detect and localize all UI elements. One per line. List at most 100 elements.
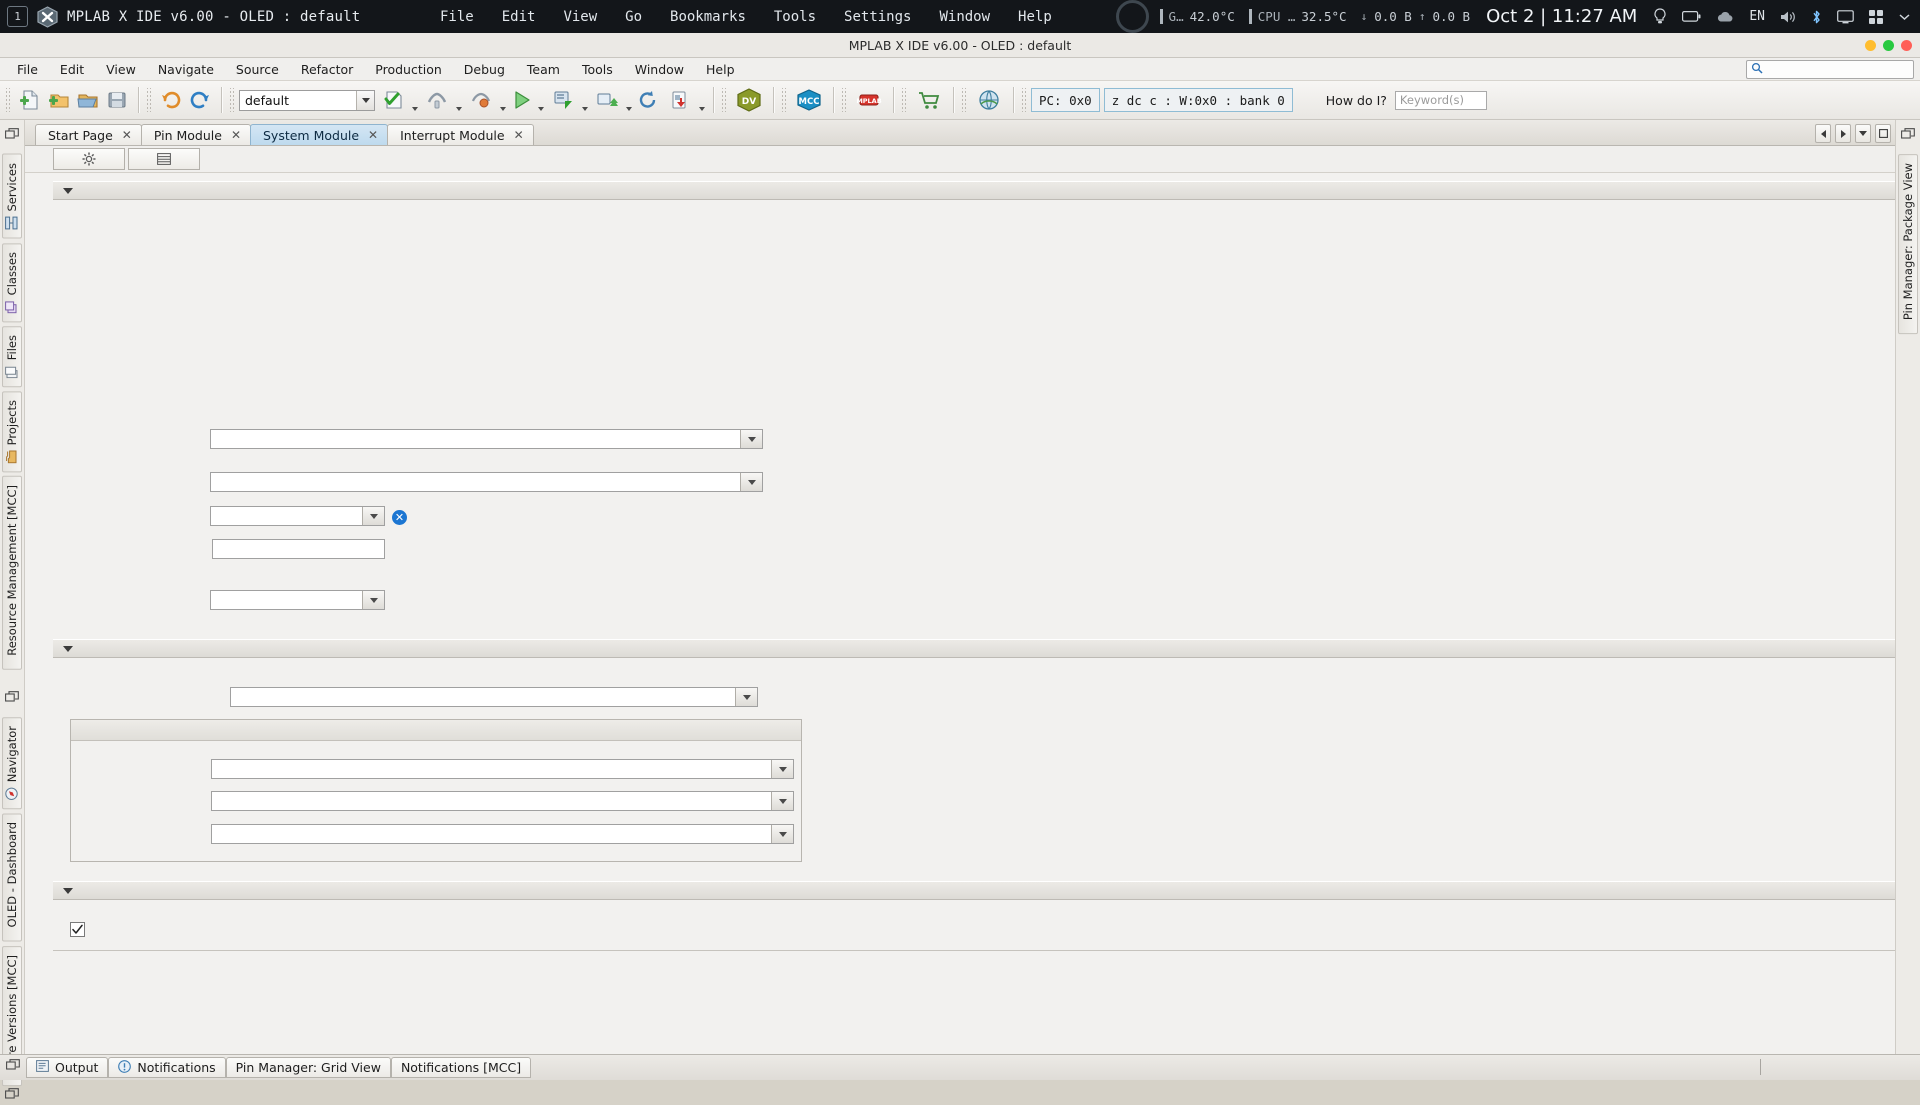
chevron-down-icon[interactable] — [771, 760, 793, 778]
section-wwdt-header[interactable] — [53, 639, 1895, 658]
open-project-icon[interactable] — [73, 86, 102, 115]
chevron-down-icon[interactable] — [740, 430, 762, 448]
close-icon[interactable]: ✕ — [368, 129, 378, 141]
clock-source-combo[interactable] — [210, 590, 385, 610]
collapse-icon[interactable] — [1901, 128, 1915, 145]
chevron-down-icon[interactable] — [498, 84, 507, 117]
menu-debug[interactable]: Debug — [453, 60, 516, 79]
chevron-down-icon[interactable] — [697, 84, 706, 117]
chevron-down-icon[interactable] — [410, 84, 419, 117]
close-icon[interactable]: ✕ — [514, 129, 524, 141]
apps-grid-icon[interactable] — [1869, 9, 1884, 24]
menu-edit[interactable]: Edit — [49, 60, 95, 79]
registers-view-button[interactable] — [128, 148, 200, 170]
build-project-icon[interactable] — [375, 86, 410, 115]
global-menu-window[interactable]: Window — [939, 9, 990, 25]
close-icon[interactable]: ✕ — [231, 129, 241, 141]
sidebar-item-projects[interactable]: Projects — [2, 391, 22, 473]
global-menu-edit[interactable]: Edit — [502, 9, 536, 25]
external-clock-field[interactable] — [212, 539, 385, 559]
project-configuration-combo[interactable]: default — [239, 89, 375, 111]
desktop-global-menu[interactable]: File Edit View Go Bookmarks Tools Settin… — [440, 0, 1052, 33]
maximize-button[interactable] — [1883, 39, 1894, 51]
workspace-badge[interactable]: 1 — [7, 6, 28, 27]
close-icon[interactable]: ✕ — [122, 129, 132, 141]
chevron-down-icon[interactable] — [356, 90, 374, 110]
sidebar-item-files[interactable]: Files — [2, 325, 22, 388]
chevron-down-icon[interactable] — [536, 84, 545, 117]
menu-tools[interactable]: Tools — [571, 60, 624, 79]
menu-navigate[interactable]: Navigate — [147, 60, 225, 79]
register-status-indicator[interactable]: z dc c : W:0x0 : bank 0 — [1103, 88, 1293, 112]
display-icon[interactable] — [1837, 9, 1854, 24]
toolbar-grip[interactable] — [146, 88, 153, 112]
new-project-icon[interactable] — [44, 86, 73, 115]
menu-help[interactable]: Help — [695, 60, 746, 79]
chevron-down-icon[interactable] — [454, 84, 463, 117]
global-menu-tools[interactable]: Tools — [774, 9, 816, 25]
close-button[interactable] — [1901, 39, 1912, 51]
low-voltage-programming-checkbox[interactable] — [70, 922, 85, 937]
global-menu-go[interactable]: Go — [625, 9, 642, 25]
sidebar-item-classes[interactable]: Classes — [2, 242, 22, 322]
global-menu-settings[interactable]: Settings — [844, 9, 911, 25]
chevron-down-icon[interactable] — [771, 792, 793, 810]
cloud-icon[interactable] — [1716, 10, 1734, 23]
how-do-i-input[interactable]: Keyword(s) — [1394, 90, 1487, 110]
maximize-icon[interactable] — [1875, 124, 1891, 143]
internal-clock-combo[interactable] — [210, 506, 385, 526]
minimize-button[interactable] — [1865, 39, 1876, 51]
triangle-down-icon[interactable] — [63, 887, 73, 894]
toolbar-grip[interactable] — [841, 88, 848, 112]
battery-icon[interactable] — [1682, 10, 1701, 23]
tab-system-module[interactable]: System Module ✕ — [250, 124, 389, 145]
clock[interactable]: Oct 2 | 11:27 AM — [1486, 6, 1637, 27]
menu-view[interactable]: View — [95, 60, 147, 79]
wwdt-period-combo[interactable] — [211, 824, 794, 844]
gpu-temp-indicator[interactable]: G… 42.0°C — [1159, 9, 1235, 24]
tab-interrupt-module[interactable]: Interrupt Module ✕ — [387, 124, 534, 145]
bottom-tab-notifications-mcc[interactable]: Notifications [MCC] — [390, 1057, 532, 1078]
toolbar-grip[interactable] — [781, 88, 788, 112]
triangle-down-icon[interactable] — [63, 645, 73, 652]
menu-production[interactable]: Production — [364, 60, 453, 79]
import-hex-icon[interactable] — [662, 86, 697, 115]
windows-stack-icon[interactable] — [5, 128, 19, 145]
sidebar-item-oled-dashboard[interactable]: OLED - Dashboard — [2, 813, 22, 942]
new-file-icon[interactable] — [15, 86, 44, 115]
mcc-plugin-icon[interactable]: MCC — [791, 86, 826, 115]
tab-list-icon[interactable] — [1855, 124, 1871, 143]
cloud-tools-icon[interactable] — [971, 86, 1006, 115]
run-project-icon[interactable] — [507, 86, 536, 115]
toolbar-grip[interactable] — [721, 88, 728, 112]
sidebar-item-navigator[interactable]: Navigator — [2, 717, 22, 810]
bulb-icon[interactable] — [1653, 8, 1667, 25]
system-module-scroll-pane[interactable]: ✕ — [25, 173, 1895, 1054]
dv-plugin-icon[interactable]: DV — [731, 86, 766, 115]
menu-source[interactable]: Source — [225, 60, 290, 79]
sidebar-item-resource-management-mcc[interactable]: Resource Management [MCC] — [2, 476, 22, 671]
chevron-down-icon[interactable] — [1899, 13, 1910, 21]
toolbar-grip[interactable] — [5, 88, 12, 112]
bottom-tab-notifications[interactable]: Notifications — [108, 1057, 226, 1078]
volume-icon[interactable] — [1780, 10, 1796, 24]
scroll-left-icon[interactable] — [1815, 124, 1831, 143]
sidebar-item-pin-manager-package-view[interactable]: Pin Manager: Package View — [1898, 154, 1918, 335]
clock-divider-combo[interactable] — [210, 472, 763, 492]
chevron-down-icon[interactable] — [580, 84, 589, 117]
sidebar-item-services[interactable]: Services — [2, 154, 22, 239]
chevron-down-icon[interactable] — [362, 591, 384, 609]
redo-icon[interactable] — [185, 86, 214, 115]
hold-in-reset-icon[interactable] — [633, 86, 662, 115]
network-speed-indicator[interactable]: ↓ 0.0 B ↑ 0.0 B — [1361, 9, 1471, 24]
tab-start-page[interactable]: Start Page ✕ — [35, 124, 142, 145]
global-menu-bookmarks[interactable]: Bookmarks — [670, 9, 746, 25]
global-menu-help[interactable]: Help — [1018, 9, 1052, 25]
menu-team[interactable]: Team — [516, 60, 571, 79]
clock-error-badge[interactable]: ✕ — [392, 510, 407, 525]
debug-project-icon[interactable] — [545, 86, 580, 115]
chevron-down-icon[interactable] — [735, 688, 757, 706]
menu-file[interactable]: File — [6, 60, 49, 79]
section-internal-oscillator-header[interactable] — [53, 181, 1895, 200]
clean-build-icon[interactable] — [419, 86, 454, 115]
